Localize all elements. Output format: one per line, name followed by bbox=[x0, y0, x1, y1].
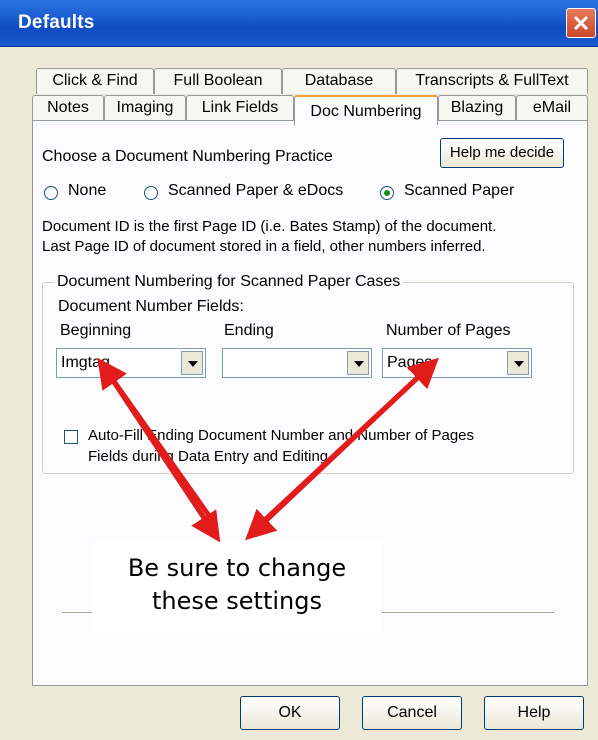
tab-full-boolean[interactable]: Full Boolean bbox=[154, 68, 282, 94]
chevron-down-icon[interactable] bbox=[347, 351, 369, 375]
fields-label: Document Number Fields: bbox=[58, 298, 244, 315]
defaults-dialog: Defaults Click & Find Full Boolean Datab… bbox=[0, 0, 598, 740]
chevron-down-icon[interactable] bbox=[181, 351, 203, 375]
pages-label: Number of Pages bbox=[386, 322, 511, 339]
tab-database[interactable]: Database bbox=[282, 68, 396, 94]
close-icon bbox=[573, 15, 589, 31]
description-line1: Document ID is the first Page ID (i.e. B… bbox=[42, 218, 497, 235]
callout-line2: these settings bbox=[152, 587, 322, 615]
window-title: Defaults bbox=[18, 12, 95, 33]
radio-scanned-paper[interactable] bbox=[380, 186, 394, 200]
description-line2: Last Page ID of document stored in a fie… bbox=[42, 238, 486, 255]
pages-select[interactable]: Pages bbox=[382, 348, 532, 378]
tab-doc-numbering[interactable]: Doc Numbering bbox=[294, 95, 438, 125]
tab-email[interactable]: eMail bbox=[516, 95, 588, 121]
help-button[interactable]: Help bbox=[484, 696, 584, 730]
autofill-label-line2[interactable]: Fields during Data Entry and Editing bbox=[88, 448, 328, 465]
cancel-button[interactable]: Cancel bbox=[362, 696, 462, 730]
radio-scanned-paper-edocs[interactable] bbox=[144, 186, 158, 200]
callout-box: Be sure to change these settings bbox=[92, 540, 382, 632]
group-title: Document Numbering for Scanned Paper Cas… bbox=[54, 273, 404, 291]
radio-scanned-paper-edocs-label[interactable]: Scanned Paper & eDocs bbox=[168, 182, 343, 200]
radio-none[interactable] bbox=[44, 186, 58, 200]
title-bar: Defaults bbox=[0, 0, 598, 47]
radio-none-label[interactable]: None bbox=[68, 182, 106, 200]
ending-select[interactable] bbox=[222, 348, 372, 378]
help-me-decide-button[interactable]: Help me decide bbox=[440, 138, 564, 168]
autofill-checkbox[interactable] bbox=[64, 430, 78, 444]
beginning-select-value: Imgtag bbox=[61, 354, 110, 371]
tab-click-find[interactable]: Click & Find bbox=[36, 68, 154, 94]
tab-notes[interactable]: Notes bbox=[32, 95, 104, 121]
practice-heading: Choose a Document Numbering Practice bbox=[42, 148, 333, 165]
close-button[interactable] bbox=[566, 8, 596, 38]
ending-label: Ending bbox=[224, 322, 274, 339]
pages-select-value: Pages bbox=[387, 354, 433, 371]
ok-button[interactable]: OK bbox=[240, 696, 340, 730]
chevron-down-icon[interactable] bbox=[507, 351, 529, 375]
radio-scanned-paper-label[interactable]: Scanned Paper bbox=[404, 182, 514, 200]
tab-imaging[interactable]: Imaging bbox=[104, 95, 186, 121]
beginning-select[interactable]: Imgtag bbox=[56, 348, 206, 378]
autofill-label-line1[interactable]: Auto-Fill Ending Document Number and Num… bbox=[88, 427, 474, 444]
tab-link-fields[interactable]: Link Fields bbox=[186, 95, 294, 121]
tab-blazing[interactable]: Blazing bbox=[438, 95, 516, 121]
callout-line1: Be sure to change bbox=[127, 554, 347, 582]
tab-transcripts-fulltext[interactable]: Transcripts & FullText bbox=[396, 68, 588, 94]
beginning-label: Beginning bbox=[60, 322, 132, 339]
